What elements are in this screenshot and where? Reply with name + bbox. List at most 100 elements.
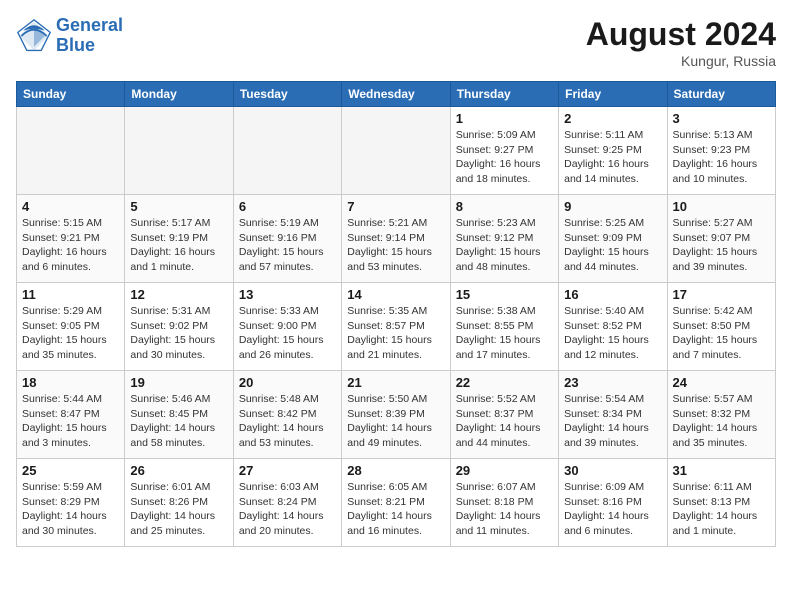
day-info: Sunrise: 5:40 AM Sunset: 8:52 PM Dayligh… [564, 304, 661, 363]
day-number: 20 [239, 375, 336, 390]
day-info: Sunrise: 5:17 AM Sunset: 9:19 PM Dayligh… [130, 216, 227, 275]
day-info: Sunrise: 6:05 AM Sunset: 8:21 PM Dayligh… [347, 480, 444, 539]
week-row-5: 25 Sunrise: 5:59 AM Sunset: 8:29 PM Dayli… [17, 459, 776, 547]
day-number: 10 [673, 199, 770, 214]
calendar-cell: 28 Sunrise: 6:05 AM Sunset: 8:21 PM Dayli… [342, 459, 450, 547]
calendar-cell: 26 Sunrise: 6:01 AM Sunset: 8:26 PM Dayli… [125, 459, 233, 547]
day-number: 13 [239, 287, 336, 302]
day-number: 27 [239, 463, 336, 478]
calendar-cell: 10 Sunrise: 5:27 AM Sunset: 9:07 PM Dayli… [667, 195, 775, 283]
day-info: Sunrise: 5:35 AM Sunset: 8:57 PM Dayligh… [347, 304, 444, 363]
day-info: Sunrise: 5:46 AM Sunset: 8:45 PM Dayligh… [130, 392, 227, 451]
day-info: Sunrise: 5:38 AM Sunset: 8:55 PM Dayligh… [456, 304, 553, 363]
calendar-cell: 18 Sunrise: 5:44 AM Sunset: 8:47 PM Dayli… [17, 371, 125, 459]
day-info: Sunrise: 6:01 AM Sunset: 8:26 PM Dayligh… [130, 480, 227, 539]
day-number: 23 [564, 375, 661, 390]
calendar-cell: 9 Sunrise: 5:25 AM Sunset: 9:09 PM Daylig… [559, 195, 667, 283]
day-info: Sunrise: 5:13 AM Sunset: 9:23 PM Dayligh… [673, 128, 770, 187]
day-number: 31 [673, 463, 770, 478]
week-row-1: 1Sunrise: 5:09 AM Sunset: 9:27 PM Daylig… [17, 107, 776, 195]
day-number: 7 [347, 199, 444, 214]
weekday-header-monday: Monday [125, 82, 233, 107]
day-info: Sunrise: 5:57 AM Sunset: 8:32 PM Dayligh… [673, 392, 770, 451]
logo-text: General Blue [56, 16, 123, 56]
day-number: 26 [130, 463, 227, 478]
day-info: Sunrise: 5:50 AM Sunset: 8:39 PM Dayligh… [347, 392, 444, 451]
calendar-cell: 20 Sunrise: 5:48 AM Sunset: 8:42 PM Dayli… [233, 371, 341, 459]
day-info: Sunrise: 5:15 AM Sunset: 9:21 PM Dayligh… [22, 216, 119, 275]
day-number: 19 [130, 375, 227, 390]
day-number: 28 [347, 463, 444, 478]
calendar-cell: 30 Sunrise: 6:09 AM Sunset: 8:16 PM Dayli… [559, 459, 667, 547]
logo-icon [16, 18, 52, 54]
weekday-header-friday: Friday [559, 82, 667, 107]
day-info: Sunrise: 5:33 AM Sunset: 9:00 PM Dayligh… [239, 304, 336, 363]
calendar-cell: 19 Sunrise: 5:46 AM Sunset: 8:45 PM Dayli… [125, 371, 233, 459]
location: Kungur, Russia [586, 53, 776, 69]
calendar-cell: 5 Sunrise: 5:17 AM Sunset: 9:19 PM Daylig… [125, 195, 233, 283]
calendar-cell: 21Sunrise: 5:50 AM Sunset: 8:39 PM Dayli… [342, 371, 450, 459]
calendar-cell: 27 Sunrise: 6:03 AM Sunset: 8:24 PM Dayli… [233, 459, 341, 547]
day-number: 18 [22, 375, 119, 390]
day-number: 25 [22, 463, 119, 478]
day-number: 5 [130, 199, 227, 214]
calendar-cell: 25 Sunrise: 5:59 AM Sunset: 8:29 PM Dayli… [17, 459, 125, 547]
day-number: 30 [564, 463, 661, 478]
day-info: Sunrise: 6:11 AM Sunset: 8:13 PM Dayligh… [673, 480, 770, 539]
day-info: Sunrise: 5:21 AM Sunset: 9:14 PM Dayligh… [347, 216, 444, 275]
day-info: Sunrise: 5:25 AM Sunset: 9:09 PM Dayligh… [564, 216, 661, 275]
calendar-cell: 15 Sunrise: 5:38 AM Sunset: 8:55 PM Dayli… [450, 283, 558, 371]
calendar-cell: 16 Sunrise: 5:40 AM Sunset: 8:52 PM Dayli… [559, 283, 667, 371]
day-info: Sunrise: 5:54 AM Sunset: 8:34 PM Dayligh… [564, 392, 661, 451]
weekday-header-sunday: Sunday [17, 82, 125, 107]
day-number: 8 [456, 199, 553, 214]
day-number: 29 [456, 463, 553, 478]
calendar-cell: 23 Sunrise: 5:54 AM Sunset: 8:34 PM Dayli… [559, 371, 667, 459]
weekday-header-saturday: Saturday [667, 82, 775, 107]
calendar-cell: 7 Sunrise: 5:21 AM Sunset: 9:14 PM Daylig… [342, 195, 450, 283]
day-info: Sunrise: 6:09 AM Sunset: 8:16 PM Dayligh… [564, 480, 661, 539]
logo: General Blue [16, 16, 123, 56]
calendar-cell: 6Sunrise: 5:19 AM Sunset: 9:16 PM Daylig… [233, 195, 341, 283]
week-row-3: 11Sunrise: 5:29 AM Sunset: 9:05 PM Dayli… [17, 283, 776, 371]
day-number: 16 [564, 287, 661, 302]
day-number: 14 [347, 287, 444, 302]
day-number: 17 [673, 287, 770, 302]
calendar-cell [233, 107, 341, 195]
day-info: Sunrise: 5:42 AM Sunset: 8:50 PM Dayligh… [673, 304, 770, 363]
calendar-cell: 22 Sunrise: 5:52 AM Sunset: 8:37 PM Dayli… [450, 371, 558, 459]
calendar-cell: 12 Sunrise: 5:31 AM Sunset: 9:02 PM Dayli… [125, 283, 233, 371]
calendar-cell: 1Sunrise: 5:09 AM Sunset: 9:27 PM Daylig… [450, 107, 558, 195]
weekday-header-tuesday: Tuesday [233, 82, 341, 107]
calendar-cell: 8Sunrise: 5:23 AM Sunset: 9:12 PM Daylig… [450, 195, 558, 283]
day-info: Sunrise: 5:59 AM Sunset: 8:29 PM Dayligh… [22, 480, 119, 539]
day-number: 12 [130, 287, 227, 302]
weekday-header-row: SundayMondayTuesdayWednesdayThursdayFrid… [17, 82, 776, 107]
calendar-cell: 11Sunrise: 5:29 AM Sunset: 9:05 PM Dayli… [17, 283, 125, 371]
day-info: Sunrise: 6:03 AM Sunset: 8:24 PM Dayligh… [239, 480, 336, 539]
day-number: 3 [673, 111, 770, 126]
day-number: 11 [22, 287, 119, 302]
day-info: Sunrise: 5:52 AM Sunset: 8:37 PM Dayligh… [456, 392, 553, 451]
title-block: August 2024 Kungur, Russia [586, 16, 776, 69]
calendar-cell: 2Sunrise: 5:11 AM Sunset: 9:25 PM Daylig… [559, 107, 667, 195]
day-number: 15 [456, 287, 553, 302]
calendar-cell: 3 Sunrise: 5:13 AM Sunset: 9:23 PM Daylig… [667, 107, 775, 195]
day-info: Sunrise: 5:27 AM Sunset: 9:07 PM Dayligh… [673, 216, 770, 275]
day-info: Sunrise: 5:31 AM Sunset: 9:02 PM Dayligh… [130, 304, 227, 363]
page-header: General Blue August 2024 Kungur, Russia [16, 16, 776, 69]
day-number: 9 [564, 199, 661, 214]
month-year: August 2024 [586, 16, 776, 53]
day-info: Sunrise: 5:44 AM Sunset: 8:47 PM Dayligh… [22, 392, 119, 451]
week-row-4: 18 Sunrise: 5:44 AM Sunset: 8:47 PM Dayli… [17, 371, 776, 459]
calendar-cell [125, 107, 233, 195]
calendar-cell: 4Sunrise: 5:15 AM Sunset: 9:21 PM Daylig… [17, 195, 125, 283]
day-number: 22 [456, 375, 553, 390]
calendar-cell: 13 Sunrise: 5:33 AM Sunset: 9:00 PM Dayli… [233, 283, 341, 371]
calendar-cell: 29Sunrise: 6:07 AM Sunset: 8:18 PM Dayli… [450, 459, 558, 547]
week-row-2: 4Sunrise: 5:15 AM Sunset: 9:21 PM Daylig… [17, 195, 776, 283]
day-info: Sunrise: 5:11 AM Sunset: 9:25 PM Dayligh… [564, 128, 661, 187]
calendar-cell: 24Sunrise: 5:57 AM Sunset: 8:32 PM Dayli… [667, 371, 775, 459]
day-info: Sunrise: 5:48 AM Sunset: 8:42 PM Dayligh… [239, 392, 336, 451]
weekday-header-thursday: Thursday [450, 82, 558, 107]
